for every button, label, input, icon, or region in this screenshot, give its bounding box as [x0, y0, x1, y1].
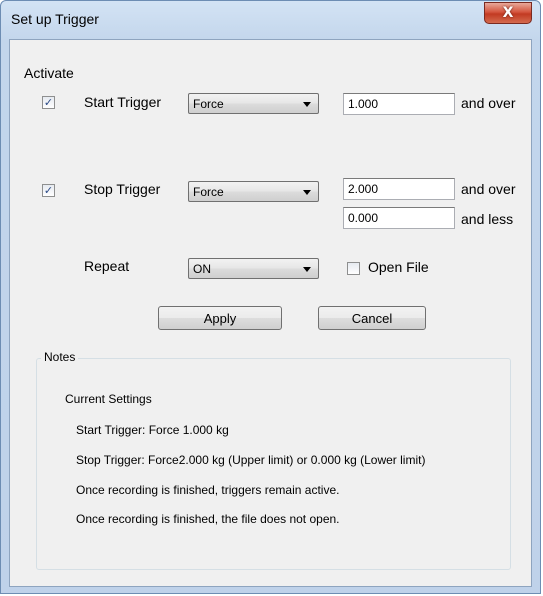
notes-line: Stop Trigger: Force2.000 kg (Upper limit…	[76, 453, 426, 467]
start-trigger-checkbox[interactable]: ✓	[42, 96, 55, 109]
start-trigger-type-select[interactable]: Force	[188, 93, 319, 114]
stop-trigger-upper-suffix: and over	[461, 181, 516, 197]
title-bar[interactable]: Set up Trigger X	[1, 1, 540, 39]
notes-heading: Current Settings	[65, 392, 152, 406]
notes-line: Start Trigger: Force 1.000 kg	[76, 423, 229, 437]
apply-button[interactable]: Apply	[158, 306, 282, 330]
repeat-value: ON	[193, 262, 211, 276]
chevron-down-icon	[303, 267, 311, 272]
check-icon: ✓	[43, 96, 54, 109]
stop-trigger-type-select[interactable]: Force	[188, 181, 319, 202]
check-icon: ✓	[43, 184, 54, 197]
stop-trigger-lower-suffix: and less	[461, 211, 514, 227]
start-trigger-label: Start Trigger	[84, 94, 162, 110]
stop-trigger-upper-input[interactable]: 2.000	[343, 178, 455, 200]
start-trigger-suffix: and over	[461, 95, 516, 111]
notes-line: Once recording is finished, triggers rem…	[76, 483, 340, 497]
notes-title: Notes	[41, 350, 79, 364]
start-trigger-value-input[interactable]: 1.000	[343, 93, 455, 115]
stop-trigger-lower-input[interactable]: 0.000	[343, 207, 455, 229]
repeat-label: Repeat	[84, 258, 130, 274]
chevron-down-icon	[303, 102, 311, 107]
close-icon: X	[502, 5, 514, 21]
window-title: Set up Trigger	[11, 11, 99, 27]
close-button[interactable]: X	[484, 2, 532, 24]
chevron-down-icon	[303, 190, 311, 195]
start-trigger-type-value: Force	[193, 97, 224, 111]
cancel-button[interactable]: Cancel	[318, 306, 426, 330]
dialog-window: Set up Trigger X Activate ✓ Start Trigge…	[0, 0, 541, 594]
stop-trigger-type-value: Force	[193, 185, 224, 199]
open-file-label: Open File	[368, 259, 429, 275]
stop-trigger-label: Stop Trigger	[84, 181, 161, 197]
activate-label: Activate	[24, 65, 74, 81]
notes-line: Once recording is finished, the file doe…	[76, 512, 340, 526]
open-file-checkbox[interactable]	[347, 262, 360, 275]
stop-trigger-checkbox[interactable]: ✓	[42, 184, 55, 197]
repeat-select[interactable]: ON	[188, 258, 319, 279]
